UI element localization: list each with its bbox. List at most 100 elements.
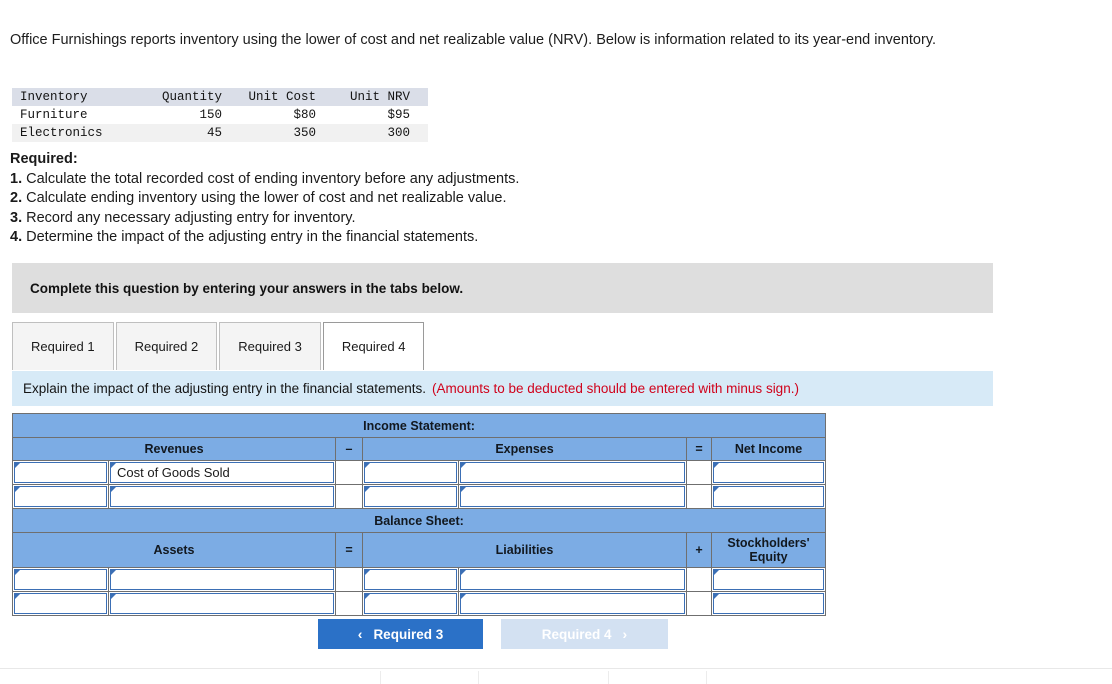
tab-required-3[interactable]: Required 3 [219, 322, 321, 370]
table-row: Electronics 45 350 300 [12, 124, 428, 142]
required-item-3-number: 3. [10, 209, 23, 226]
bs-row1-asset-amount-cell[interactable] [108, 567, 336, 592]
inventory-cell-unit-nrv: 300 [387, 126, 410, 140]
previous-required-button[interactable]: ‹ Required 3 [318, 619, 483, 649]
table-row [12, 567, 827, 592]
cell-marker-icon [461, 570, 466, 575]
cell-marker-icon [111, 594, 116, 599]
bs-row2-asset-account-cell[interactable] [12, 591, 109, 616]
required-item-1-text: Calculate the total recorded cost of end… [26, 170, 520, 187]
cell-marker-icon [111, 570, 116, 575]
tab-required-1[interactable]: Required 1 [12, 322, 114, 370]
is-row2-net-income-cell[interactable] [710, 484, 827, 509]
is-row2-operator-minus-cell [335, 484, 363, 509]
tab-bar: Required 1 Required 2 Required 3 Require… [12, 322, 993, 370]
is-row2-revenue-amount-cell[interactable] [108, 484, 336, 509]
cell-marker-icon [714, 594, 719, 599]
question-prompt-bar: Explain the impact of the adjusting entr… [12, 370, 993, 406]
cell-marker-icon [714, 570, 719, 575]
next-required-label: Required 4 [541, 626, 612, 642]
table-row [12, 591, 827, 616]
worksheet-navigation: ‹ Required 3 Required 4 › [318, 619, 668, 649]
table-row [12, 484, 827, 509]
cell-marker-icon [714, 487, 719, 492]
cell-marker-icon [15, 594, 20, 599]
balance-sheet-header-row: Assets = Liabilities + Stockholders' Equ… [12, 532, 827, 568]
income-statement-title: Income Statement: [11, 413, 827, 438]
cell-marker-icon [365, 594, 370, 599]
bs-row2-asset-amount-cell[interactable] [108, 591, 336, 616]
inventory-cell-quantity: 45 [206, 126, 222, 140]
is-row2-revenue-account-cell[interactable] [12, 484, 109, 509]
cell-marker-icon [461, 594, 466, 599]
cell-marker-icon [15, 487, 20, 492]
inventory-cell-unit-cost: $80 [293, 108, 316, 122]
required-item-2: 2. Calculate ending inventory using the … [10, 189, 710, 209]
bs-row2-equity-cell[interactable] [710, 591, 827, 616]
cell-marker-icon [15, 570, 20, 575]
cell-marker-icon [365, 570, 370, 575]
required-item-2-number: 2. [10, 190, 23, 206]
is-row1-operator-equals-cell [686, 460, 712, 485]
balance-sheet-title: Balance Sheet: [11, 508, 827, 533]
balance-sheet-title-row: Balance Sheet: [11, 508, 827, 533]
is-row2-expense-account-cell[interactable] [362, 484, 459, 509]
inventory-col-unit-cost: Unit Cost [248, 90, 316, 104]
inventory-cell-name: Electronics [20, 126, 103, 140]
is-row2-expense-amount-cell[interactable] [458, 484, 687, 509]
is-row1-revenue-account-cell[interactable] [12, 460, 109, 485]
is-row1-operator-minus-cell [335, 460, 363, 485]
balance-sheet-col-assets: Assets [12, 532, 336, 568]
tab-required-4[interactable]: Required 4 [322, 322, 425, 370]
income-statement-title-row: Income Statement: [11, 413, 827, 438]
bs-row1-liability-amount-cell[interactable] [458, 567, 687, 592]
problem-statement: Office Furnishings reports inventory usi… [10, 30, 960, 51]
instruction-banner: Complete this question by entering your … [12, 263, 993, 313]
bs-row1-operator-equals-cell [335, 567, 363, 592]
income-statement-col-revenues: Revenues [12, 437, 336, 461]
balance-sheet-col-liabilities: Liabilities [362, 532, 687, 568]
cell-marker-icon [365, 463, 370, 468]
footer-divider [380, 671, 381, 684]
bs-row1-equity-cell[interactable] [710, 567, 827, 592]
chevron-left-icon: ‹ [357, 626, 363, 642]
tab-required-2[interactable]: Required 2 [115, 322, 218, 370]
income-statement-operator-equals: = [686, 437, 712, 461]
page-footer [0, 668, 1112, 684]
inventory-data-table: Inventory Quantity Unit Cost Unit NRV Fu… [12, 88, 428, 142]
bs-row2-liability-account-cell[interactable] [362, 591, 459, 616]
financial-statements-worksheet: Income Statement: Revenues – Expenses = … [11, 413, 827, 616]
balance-sheet-operator-equals: = [335, 532, 363, 568]
is-row2-operator-equals-cell [686, 484, 712, 509]
bs-row2-liability-amount-cell[interactable] [458, 591, 687, 616]
inventory-cell-unit-nrv: $95 [387, 108, 410, 122]
inventory-col-inventory: Inventory [20, 90, 88, 104]
footer-divider [706, 671, 707, 684]
cell-marker-icon [365, 487, 370, 492]
bs-row2-operator-equals-cell [335, 591, 363, 616]
is-row1-revenue-amount-cell[interactable]: Cost of Goods Sold [108, 460, 336, 485]
cell-marker-icon [461, 463, 466, 468]
cell-marker-icon [111, 487, 116, 492]
inventory-cell-unit-cost: 350 [293, 126, 316, 140]
previous-required-label: Required 3 [373, 626, 444, 642]
balance-sheet-col-stockholders-equity: Stockholders' Equity [710, 532, 827, 568]
next-required-button[interactable]: Required 4 › [501, 619, 668, 649]
is-row1-expense-amount-cell[interactable] [458, 460, 687, 485]
inventory-col-quantity: Quantity [161, 90, 222, 104]
required-item-4: 4. Determine the impact of the adjusting… [10, 228, 710, 248]
income-statement-col-net-income: Net Income [710, 437, 827, 461]
bs-row1-liability-account-cell[interactable] [362, 567, 459, 592]
income-statement-operator-minus: – [335, 437, 363, 461]
inventory-col-unit-nrv: Unit NRV [349, 90, 410, 104]
problem-statement-text: Office Furnishings reports inventory usi… [10, 32, 937, 48]
income-statement-header-row: Revenues – Expenses = Net Income [12, 437, 827, 461]
required-item-4-text: Determine the impact of the adjusting en… [26, 229, 479, 245]
is-row1-expense-account-cell[interactable] [362, 460, 459, 485]
cell-marker-icon [461, 487, 466, 492]
inventory-cell-name: Furniture [20, 108, 88, 122]
chevron-right-icon: › [622, 626, 628, 642]
bs-row2-operator-plus-cell [686, 591, 712, 616]
bs-row1-asset-account-cell[interactable] [12, 567, 109, 592]
is-row1-net-income-cell[interactable] [710, 460, 827, 485]
